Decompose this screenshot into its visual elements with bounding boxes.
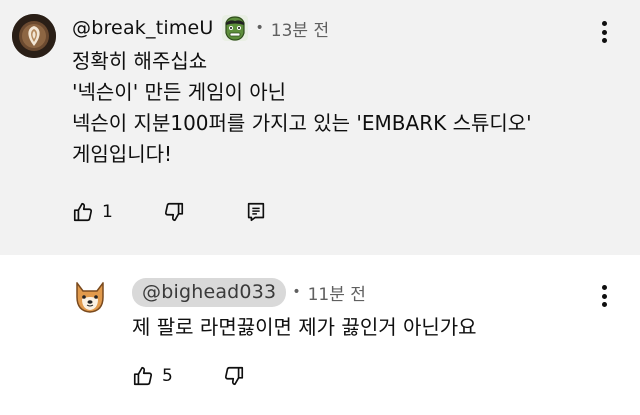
like-count: 1	[102, 202, 113, 222]
timestamp[interactable]: 13분 전	[271, 16, 329, 41]
like-button[interactable]: 1	[72, 201, 113, 223]
author-name[interactable]: @break_timeU	[72, 17, 214, 39]
more-vertical-icon[interactable]	[597, 21, 611, 47]
avatar[interactable]	[12, 14, 56, 58]
thumbs-up-icon	[133, 366, 153, 386]
reply-button[interactable]	[245, 201, 267, 223]
shiba-dog-avatar-icon	[70, 277, 110, 317]
more-vertical-icon[interactable]	[597, 285, 611, 311]
author-name[interactable]: @bighead033	[132, 277, 287, 307]
like-count: 5	[162, 366, 173, 386]
comment-thread-item: @break_timeU • 13분 전 정확히 해주십쇼 '넥슨이' 만든 게…	[0, 0, 640, 255]
comment-text: 정확히 해주십쇼 '넥슨이' 만든 게임이 아닌 넥슨이 지분100퍼를 가지고…	[72, 46, 532, 170]
comment-header: @bighead033 • 11분 전	[132, 277, 366, 307]
dislike-button[interactable]	[223, 365, 245, 387]
thumbs-down-icon	[224, 366, 243, 386]
comment-actions: 1	[72, 201, 267, 223]
comment-actions: 5	[132, 365, 245, 387]
comment-header: @break_timeU • 13분 전	[72, 10, 329, 46]
comment-text: 제 팔로 라면끓이면 제가 끓인거 아닌가요	[132, 312, 477, 343]
timestamp[interactable]: 11분 전	[308, 280, 366, 305]
avatar[interactable]	[70, 277, 110, 317]
comment-line: '넥슨이' 만든 게임이 아닌	[72, 80, 287, 104]
comment-reply-item: @bighead033 • 11분 전 제 팔로 라면끓이면 제가 끓인거 아닌…	[0, 255, 640, 415]
separator-dot: •	[255, 20, 264, 36]
thumbs-up-icon	[73, 202, 93, 222]
comment-line: 게임입니다!	[72, 142, 173, 166]
comment-line: 정확히 해주십쇼	[72, 49, 208, 73]
comment-line: 넥슨이 지분100퍼를 가지고 있는 'EMBARK 스튜디오'	[72, 111, 532, 135]
separator-dot: •	[292, 284, 301, 300]
comment-line: 제 팔로 라면끓이면 제가 끓인거 아닌가요	[132, 315, 477, 339]
latte-art-avatar-icon	[12, 14, 56, 58]
dislike-button[interactable]	[163, 201, 185, 223]
thumbs-down-icon	[164, 202, 183, 222]
like-button[interactable]: 5	[132, 365, 173, 387]
green-hulk-badge-icon	[220, 13, 250, 43]
reply-icon	[247, 202, 264, 222]
